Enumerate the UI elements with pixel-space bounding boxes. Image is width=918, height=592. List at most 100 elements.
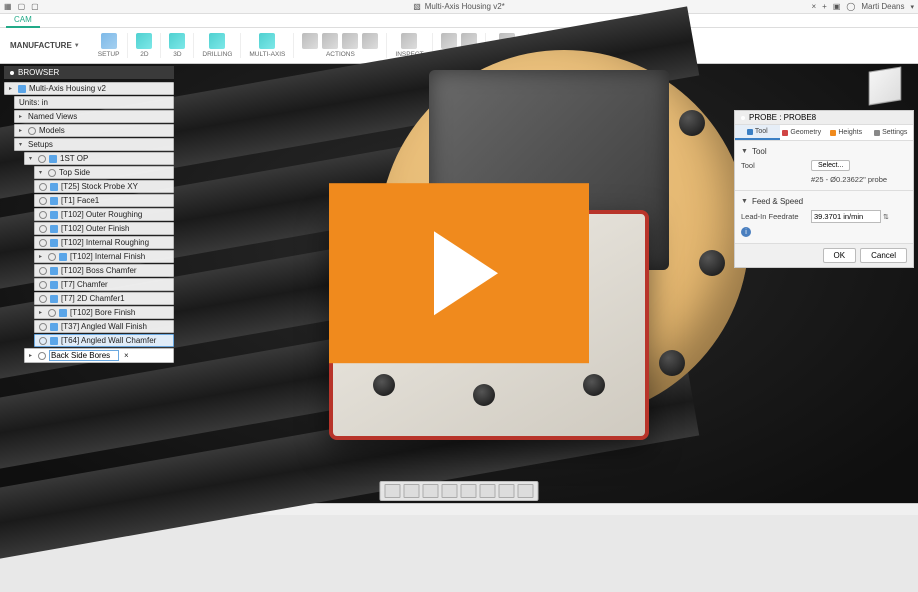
user-menu-chevron[interactable]: ▾: [910, 3, 914, 11]
app-menu-icon[interactable]: ▦: [4, 2, 12, 11]
visibility-icon[interactable]: [38, 155, 46, 163]
spinner-icon[interactable]: ⇅: [883, 213, 889, 221]
view-cube[interactable]: [864, 68, 906, 110]
visibility-icon[interactable]: [39, 197, 47, 205]
browser-header[interactable]: BROWSER: [4, 66, 174, 79]
panel-title-bar[interactable]: PROBE : PROBE8: [735, 111, 913, 125]
simulate-icon[interactable]: [322, 33, 338, 49]
tree-setups[interactable]: ▾Setups: [14, 138, 174, 151]
cube-icon[interactable]: [869, 66, 902, 105]
ribbon-group-multi-axis[interactable]: MULTI-AXIS: [241, 33, 294, 58]
viewports-icon[interactable]: [518, 484, 534, 498]
tree-setup-1stop[interactable]: ▾1ST OP: [24, 152, 174, 165]
visibility-icon[interactable]: [39, 183, 47, 191]
tab-settings[interactable]: Settings: [869, 125, 914, 140]
tree-units[interactable]: Units: in: [14, 96, 174, 109]
panel-footer: OK Cancel: [735, 243, 913, 267]
tab-geometry[interactable]: Geometry: [780, 125, 825, 140]
drilling-icon[interactable]: [209, 33, 225, 49]
toolpath-icon: [50, 281, 58, 289]
bolt-icon: [679, 110, 705, 136]
document-title: Multi-Axis Housing v2*: [425, 2, 505, 11]
visibility-icon[interactable]: [39, 225, 47, 233]
save-icon[interactable]: ▢: [31, 2, 39, 11]
close-icon[interactable]: ×: [124, 351, 129, 360]
tree-op[interactable]: [T1] Face1: [34, 194, 174, 207]
feedrate-input[interactable]: [811, 210, 881, 223]
toolpath-icon: [50, 267, 58, 275]
ribbon-group-drilling[interactable]: DRILLING: [194, 33, 241, 58]
workspace-tab-cam[interactable]: CAM: [6, 13, 40, 28]
section-header-feed[interactable]: ▼Feed & Speed: [741, 195, 907, 208]
visibility-icon[interactable]: [39, 211, 47, 219]
browser-tree: ▸Multi-Axis Housing v2 Units: in ▸Named …: [4, 79, 174, 363]
orbit-icon[interactable]: [385, 484, 401, 498]
ribbon-group-setup[interactable]: SETUP: [90, 33, 129, 58]
workspace-switcher[interactable]: MANUFACTURE ▼: [6, 39, 84, 52]
tree-op[interactable]: [T25] Stock Probe XY: [34, 180, 174, 193]
display-icon[interactable]: [480, 484, 496, 498]
ribbon-group-2d[interactable]: 2D: [128, 33, 161, 58]
tree-op[interactable]: ▸[T102] Internal Finish: [34, 250, 174, 263]
look-at-icon[interactable]: [461, 484, 477, 498]
setup-icon[interactable]: [101, 33, 117, 49]
close-doc-icon[interactable]: ×: [812, 2, 817, 11]
cancel-button[interactable]: Cancel: [860, 248, 907, 263]
tree-op[interactable]: [T7] 2D Chamfer1: [34, 292, 174, 305]
ribbon-group-actions[interactable]: ACTIONS: [294, 33, 387, 58]
rename-input[interactable]: [49, 350, 119, 361]
info-icon[interactable]: i: [741, 227, 751, 237]
section-header-tool[interactable]: ▼Tool: [741, 145, 907, 158]
visibility-icon[interactable]: [48, 309, 56, 317]
visibility-icon[interactable]: [38, 352, 46, 360]
doc-icon: [18, 85, 26, 93]
tree-folder-rename[interactable]: ▸×: [24, 348, 174, 363]
tree-op[interactable]: [T102] Outer Finish: [34, 222, 174, 235]
file-icon[interactable]: ▢: [18, 2, 26, 11]
visibility-icon[interactable]: [39, 323, 47, 331]
multi-axis-icon[interactable]: [259, 33, 275, 49]
tree-op[interactable]: [T37] Angled Wall Finish: [34, 320, 174, 333]
select-tool-button[interactable]: Select...: [811, 160, 850, 171]
tree-op[interactable]: ▸[T102] Bore Finish: [34, 306, 174, 319]
ribbon-group-3d[interactable]: 3D: [161, 33, 194, 58]
settings-icon: [874, 130, 880, 136]
visibility-icon[interactable]: [39, 337, 47, 345]
zoom-icon[interactable]: [423, 484, 439, 498]
3d-icon[interactable]: [169, 33, 185, 49]
tree-op[interactable]: [T64] Angled Wall Chamfer: [34, 334, 174, 347]
visibility-icon[interactable]: [48, 169, 56, 177]
setup-sheet-icon[interactable]: [362, 33, 378, 49]
user-avatar[interactable]: ◯: [846, 2, 855, 11]
visibility-icon[interactable]: [48, 253, 56, 261]
2d-icon[interactable]: [136, 33, 152, 49]
inspect-icon[interactable]: [401, 33, 417, 49]
visibility-icon[interactable]: [39, 267, 47, 275]
fit-icon[interactable]: [442, 484, 458, 498]
tree-root[interactable]: ▸Multi-Axis Housing v2: [4, 82, 174, 95]
tree-models[interactable]: ▸Models: [14, 124, 174, 137]
generate-icon[interactable]: [302, 33, 318, 49]
tree-folder-top-side[interactable]: ▾Top Side: [34, 166, 174, 179]
postprocess-icon[interactable]: [342, 33, 358, 49]
visibility-icon[interactable]: [39, 239, 47, 247]
pan-icon[interactable]: [404, 484, 420, 498]
tab-heights[interactable]: Heights: [824, 125, 869, 140]
video-play-button[interactable]: [329, 183, 589, 363]
grid-icon[interactable]: [499, 484, 515, 498]
tree-named-views[interactable]: ▸Named Views: [14, 110, 174, 123]
tree-op[interactable]: [T102] Outer Roughing: [34, 208, 174, 221]
user-name[interactable]: Marti Deans: [861, 2, 904, 11]
visibility-icon[interactable]: [28, 127, 36, 135]
ok-button[interactable]: OK: [823, 248, 857, 263]
add-tab-icon[interactable]: +: [822, 2, 827, 11]
visibility-icon[interactable]: [39, 281, 47, 289]
notifications-icon[interactable]: ▣: [833, 2, 841, 11]
tree-op[interactable]: [T102] Boss Chamfer: [34, 264, 174, 277]
toolpath-icon: [50, 225, 58, 233]
tree-op[interactable]: [T7] Chamfer: [34, 278, 174, 291]
visibility-icon[interactable]: [39, 295, 47, 303]
tree-op[interactable]: [T102] Internal Roughing: [34, 236, 174, 249]
tab-tool[interactable]: Tool: [735, 125, 780, 140]
doc-icon: ▧: [413, 2, 421, 11]
